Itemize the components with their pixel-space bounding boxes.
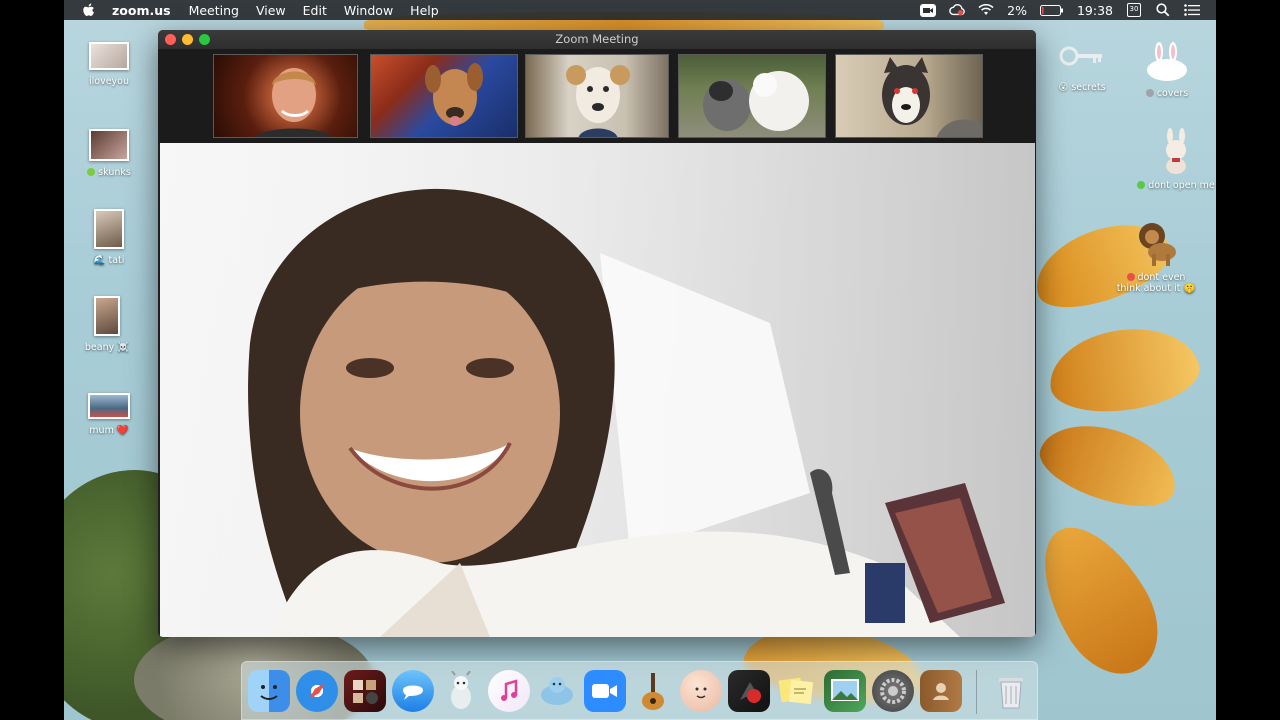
participant-dog-brown (425, 63, 483, 126)
photo-thumbnail (89, 129, 129, 161)
dock-cyberduck-icon[interactable] (440, 670, 482, 712)
dock-recorder-icon[interactable] (728, 670, 770, 712)
participant-video-tile[interactable] (678, 54, 826, 138)
desktop-icon-label: dont open me (1148, 180, 1215, 191)
dock-sequel-icon[interactable] (536, 670, 578, 712)
dock-zoom-icon[interactable] (584, 670, 626, 712)
active-speaker-image (160, 143, 1035, 637)
apple-menu-icon[interactable] (82, 2, 96, 18)
zoom-status-icon[interactable] (920, 3, 937, 17)
calendar-icon[interactable]: 30 (1126, 3, 1142, 17)
window-titlebar[interactable]: Zoom Meeting (158, 30, 1036, 49)
participant-video-tile[interactable] (525, 54, 669, 138)
tag-dot-icon (1137, 181, 1146, 189)
clock-time[interactable]: 19:38 (1077, 3, 1113, 18)
battery-percent: 2% (1007, 2, 1027, 18)
menu-bar: zoom.us Meeting View Edit Window Help 2%… (64, 0, 1216, 20)
dock-messages-icon[interactable] (392, 670, 434, 712)
desktop-icon-tati[interactable]: 🌊 tati (64, 209, 154, 266)
close-window-button[interactable] (165, 34, 176, 45)
desktop-icon-label: iloveyou (88, 76, 129, 87)
skull-emoji-icon: ☠️ (117, 342, 130, 353)
menu-help[interactable]: Help (410, 3, 439, 18)
wallpaper-petal (1044, 319, 1204, 421)
menu-edit[interactable]: Edit (303, 3, 327, 18)
notification-center-icon[interactable] (1184, 3, 1200, 17)
desktop-icon-dont-open-me[interactable]: dont open me (1126, 128, 1216, 191)
dock-photo-booth-icon[interactable] (344, 670, 386, 712)
desktop-icon-beany[interactable]: beany ☠️ (64, 296, 152, 353)
desktop-icon-dont-even-think-about-it[interactable]: dont even think about it 🤫 (1106, 220, 1206, 294)
tag-dot-icon (1145, 89, 1154, 97)
wallpaper-petal (1020, 508, 1178, 692)
dock-itunes-icon[interactable] (488, 670, 530, 712)
active-speaker-video[interactable] (160, 143, 1035, 637)
dock-safari-icon[interactable] (296, 670, 338, 712)
dock (241, 661, 1038, 720)
dock-stickies-icon[interactable] (776, 670, 818, 712)
heart-emoji-icon: ❤️ (116, 425, 129, 436)
status-area: 2% 19:38 30 (920, 0, 1200, 20)
surprised-emoji-icon: 😮 (1058, 82, 1069, 93)
desktop-icon-label: secrets (1071, 82, 1106, 93)
participant-husky (882, 57, 982, 137)
desktop-icon-label: skunks (98, 167, 131, 178)
tag-dot-icon (87, 168, 96, 176)
desktop-icon-covers[interactable]: covers (1122, 42, 1212, 99)
creative-cloud-icon[interactable] (949, 3, 965, 17)
participant-video-tile[interactable] (370, 54, 518, 138)
wifi-icon[interactable] (978, 3, 994, 17)
desktop-icon-skunks[interactable]: skunks (64, 129, 154, 178)
desktop-icon-label: beany (84, 342, 115, 353)
desktop-icon-label: covers (1156, 88, 1189, 99)
spotlight-search-icon[interactable] (1155, 3, 1171, 17)
dock-face-app-icon[interactable] (680, 670, 722, 712)
photo-thumbnail (89, 42, 129, 70)
battery-icon[interactable] (1039, 3, 1064, 17)
fullscreen-window-button[interactable] (199, 34, 210, 45)
desktop-icon-iloveyou[interactable]: iloveyou (64, 42, 154, 87)
letterbox-right (1216, 0, 1280, 720)
dock-trash-icon[interactable] (990, 670, 1032, 712)
dock-garageband-icon[interactable] (632, 670, 674, 712)
photo-thumbnail (94, 296, 120, 336)
desktop-icon-label: mum (89, 425, 114, 436)
participant-strip (158, 49, 1036, 143)
shush-emoji-icon: 🤫 (1183, 283, 1196, 294)
participant-dogs-grey-white (703, 71, 809, 131)
bunny-icon (1147, 42, 1187, 81)
participant-video-tile[interactable] (213, 54, 358, 138)
bunny-figure-icon (1166, 128, 1186, 174)
dock-system-preferences-icon[interactable] (872, 670, 914, 712)
wallpaper-petal (1031, 410, 1187, 520)
participant-man (255, 68, 333, 137)
calendar-day: 30 (1127, 3, 1141, 17)
participant-video-tile[interactable] (835, 54, 983, 138)
photo-thumbnail (88, 393, 130, 419)
menu-meeting[interactable]: Meeting (189, 3, 239, 18)
window-title: Zoom Meeting (555, 32, 639, 46)
key-icon (1059, 46, 1102, 66)
zoom-meeting-window: Zoom Meeting (158, 30, 1036, 637)
desktop-icon-label: tati (108, 255, 125, 266)
dock-separator (976, 670, 977, 714)
dock-finder-icon[interactable] (248, 670, 290, 712)
menu-window[interactable]: Window (344, 3, 393, 18)
lion-icon (1139, 223, 1176, 266)
letterbox-left (0, 0, 64, 720)
participant-dog-white (566, 65, 630, 137)
menu-view[interactable]: View (256, 3, 286, 18)
dock-contacts-icon[interactable] (920, 670, 962, 712)
menu-app-name[interactable]: zoom.us (112, 3, 171, 18)
photo-thumbnail (94, 209, 124, 249)
desktop-icon-mum[interactable]: mum ❤️ (64, 393, 154, 436)
desktop-icon-label-line1: dont even (1137, 272, 1186, 283)
minimize-window-button[interactable] (182, 34, 193, 45)
desktop-icon-secrets[interactable]: 😮 secrets (1037, 44, 1127, 93)
wave-emoji-icon: 🌊 (93, 255, 106, 266)
desktop-icon-label-line2: think about it (1116, 283, 1181, 294)
tag-dot-icon (1126, 273, 1135, 281)
dock-preview-icon[interactable] (824, 670, 866, 712)
